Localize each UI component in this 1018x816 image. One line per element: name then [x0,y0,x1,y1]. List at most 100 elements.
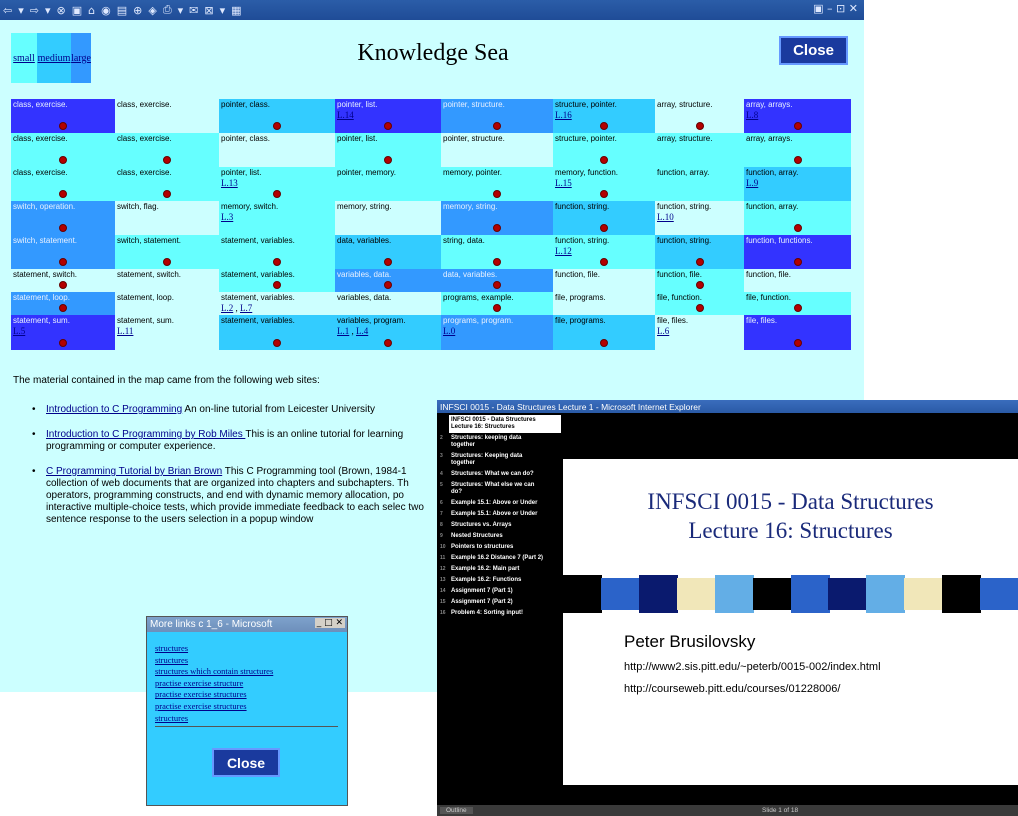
map-cell[interactable]: variables, data. [335,269,441,292]
map-cell[interactable]: string, data. [441,235,553,269]
outline-item[interactable]: 11 Example 16.2 Distance 7 (Part 2) [437,553,563,564]
map-cell[interactable]: function, file. [655,269,744,292]
toolbar-icon[interactable]: ⌂ [88,4,95,17]
outline-item[interactable]: 9 Nested Structures [437,531,563,542]
document-dot-icon[interactable] [384,339,392,347]
document-dot-icon[interactable] [696,281,704,289]
outline-item[interactable]: INFSCI 0015 - Data Structures Lecture 16… [449,415,561,433]
toolbar-icon[interactable]: ◉ [101,4,111,17]
toolbar-icon[interactable]: ⊗ [57,4,66,17]
popup-link[interactable]: structures which contain structures [155,666,273,678]
map-cell[interactable]: statement, variables. L.2 , L.7 [219,292,335,315]
document-dot-icon[interactable] [794,224,802,232]
outline-tab[interactable]: Outline [440,807,473,814]
popup-close-button[interactable]: Close [212,748,280,777]
map-cell[interactable]: switch, operation. [11,201,115,235]
map-cell[interactable]: statement, sum. L.5 [11,315,115,350]
toolbar-icon[interactable]: ✉ [189,4,198,17]
map-cell[interactable]: function, file. [744,269,851,292]
map-cell[interactable]: class, exercise. [11,99,115,133]
document-dot-icon[interactable] [600,122,608,130]
map-cell[interactable]: data, variables. [335,235,441,269]
map-cell[interactable]: function, array. [744,201,851,235]
popup-link[interactable]: structures [155,655,273,667]
size-small-link[interactable]: small [11,33,37,83]
document-dot-icon[interactable] [794,122,802,130]
map-cell[interactable]: programs, example. [441,292,553,315]
document-dot-icon[interactable] [794,339,802,347]
toolbar-icon[interactable]: ▾ [178,4,184,17]
lecture-link[interactable]: L.5 [13,326,25,336]
lecture-link[interactable]: L.1 [337,326,349,336]
lecture-link[interactable]: L.15 [555,178,572,188]
map-cell[interactable]: array, arrays. [744,133,851,167]
lecture-link[interactable]: L.13 [221,178,238,188]
document-dot-icon[interactable] [696,258,704,266]
popup-link[interactable]: structures [155,643,273,655]
outline-item[interactable]: 7 Example 15.1: Above or Under [437,509,563,520]
close-button[interactable]: Close [779,36,848,65]
map-cell[interactable]: pointer, structure. [441,99,553,133]
lecture-link[interactable]: L.4 [356,326,368,336]
size-medium-link[interactable]: medium [37,33,71,83]
site-link[interactable]: Introduction to C Programming by Rob Mil… [46,429,245,440]
document-dot-icon[interactable] [59,258,67,266]
map-cell[interactable]: statement, loop. [115,292,219,315]
document-dot-icon[interactable] [384,281,392,289]
outline-item[interactable]: 8 Structures vs. Arrays [437,520,563,531]
map-cell[interactable]: class, exercise. [11,133,115,167]
document-dot-icon[interactable] [493,258,501,266]
lecture-link[interactable]: L.11 [117,326,133,336]
map-cell[interactable]: statement, switch. [11,269,115,292]
lecture-link[interactable]: L.9 [746,178,758,188]
document-dot-icon[interactable] [273,339,281,347]
document-dot-icon[interactable] [59,190,67,198]
site-link[interactable]: C Programming Tutorial by Brian Brown [46,466,222,477]
document-dot-icon[interactable] [59,304,67,312]
lecture-link[interactable]: L.8 [746,110,758,120]
lecture-link[interactable]: L.0 [443,326,455,336]
map-cell[interactable]: statement, variables. [219,235,335,269]
map-cell[interactable]: file, programs. [553,315,655,350]
document-dot-icon[interactable] [493,304,501,312]
document-dot-icon[interactable] [163,190,171,198]
map-cell[interactable]: pointer, list. L.13 [219,167,335,201]
outline-item[interactable]: 3 Structures: Keeping data together [437,451,563,469]
map-cell[interactable]: pointer, list. L.14 [335,99,441,133]
lecture-link[interactable]: L.14 [337,110,354,120]
map-cell[interactable]: pointer, list. [335,133,441,167]
map-cell[interactable]: array, structure. [655,99,744,133]
map-cell[interactable]: class, exercise. [11,167,115,201]
popup-link[interactable]: practise exercise structure [155,678,273,690]
document-dot-icon[interactable] [696,304,704,312]
map-cell[interactable]: pointer, structure. [441,133,553,167]
outline-item[interactable]: 2 Structures: keeping data together [437,433,563,451]
map-cell[interactable]: pointer, class. [219,99,335,133]
map-cell[interactable]: statement, variables. [219,269,335,292]
map-cell[interactable]: array, structure. [655,133,744,167]
document-dot-icon[interactable] [794,258,802,266]
outline-item[interactable]: 6 Example 15.1: Above or Under [437,498,563,509]
map-cell[interactable]: function, array. [655,167,744,201]
map-cell[interactable]: function, file. [553,269,655,292]
document-dot-icon[interactable] [493,281,501,289]
document-dot-icon[interactable] [59,281,67,289]
document-dot-icon[interactable] [273,190,281,198]
map-cell[interactable]: statement, variables. [219,315,335,350]
lecture-link[interactable]: L.2 [221,303,233,313]
map-cell[interactable]: structure, pointer. L.16 [553,99,655,133]
document-dot-icon[interactable] [493,224,501,232]
document-dot-icon[interactable] [600,339,608,347]
outline-item[interactable]: 16 Problem 4: Sorting input! [437,608,563,619]
document-dot-icon[interactable] [163,258,171,266]
map-cell[interactable]: statement, sum. L.11 [115,315,219,350]
outline-item[interactable]: 5 Structures: What else we can do? [437,480,563,498]
document-dot-icon[interactable] [600,156,608,164]
document-dot-icon[interactable] [600,258,608,266]
toolbar-icon[interactable]: ▣ [72,4,82,17]
document-dot-icon[interactable] [384,122,392,130]
document-dot-icon[interactable] [273,281,281,289]
document-dot-icon[interactable] [600,224,608,232]
toolbar-icon[interactable]: ▾ [45,4,51,17]
toolbar-icon[interactable]: ▾ [18,4,24,17]
